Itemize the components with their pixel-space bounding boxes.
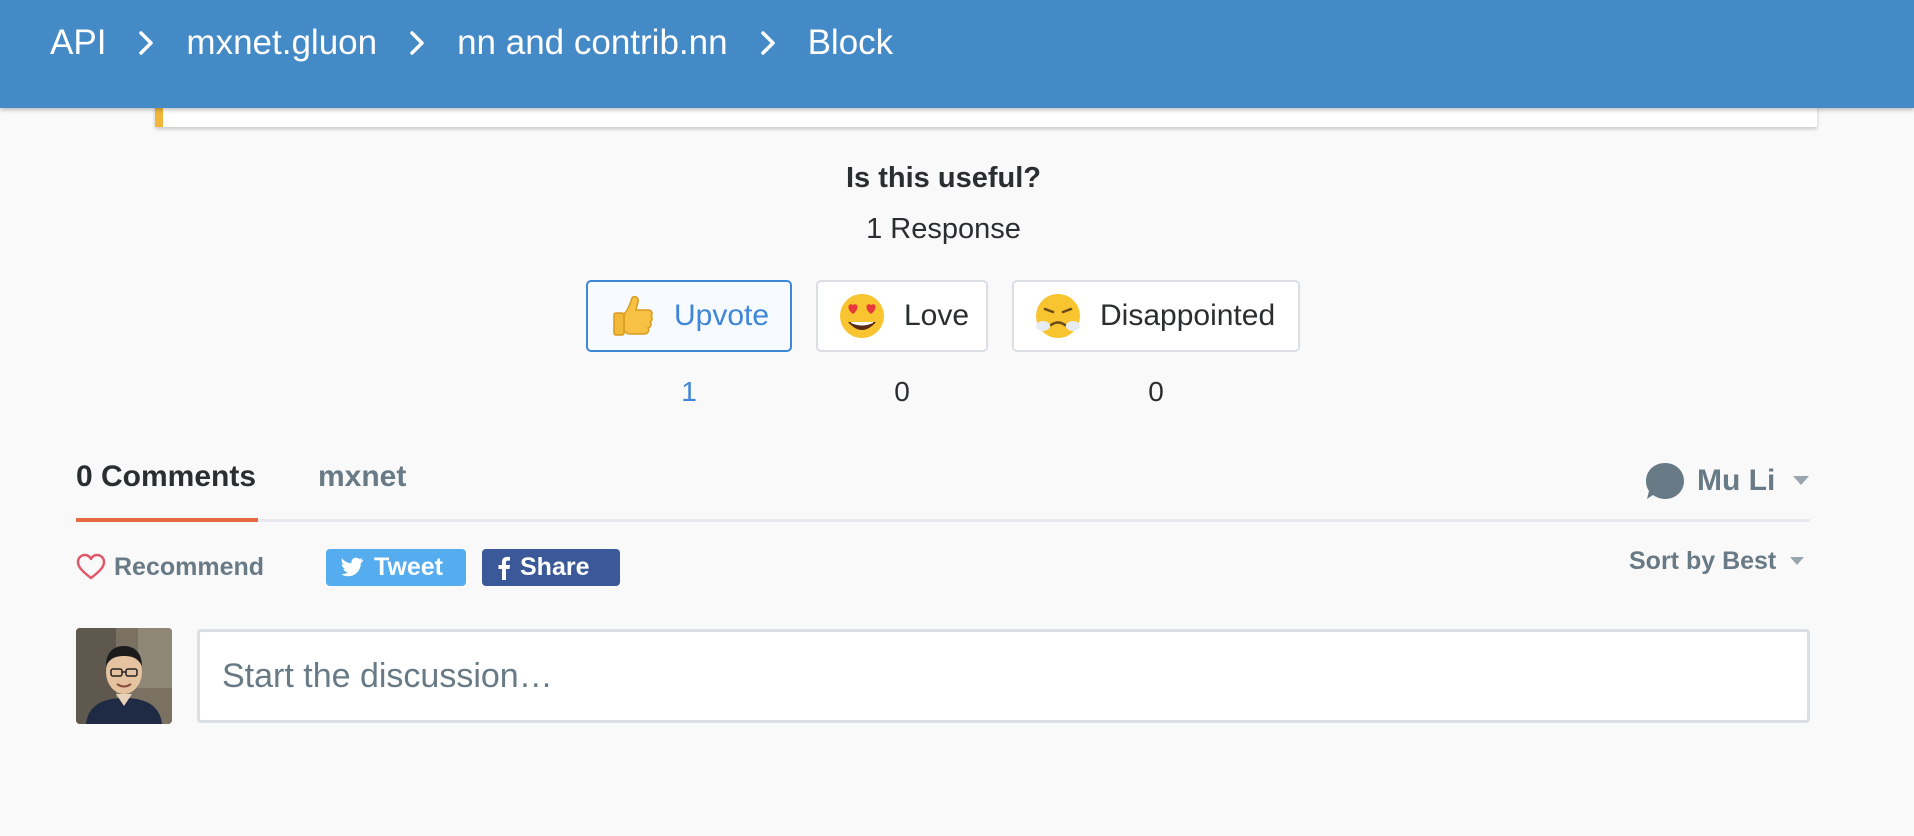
sort-dropdown[interactable]: Sort by Best <box>1629 546 1805 576</box>
tweet-label: Tweet <box>374 553 443 581</box>
upvote-count: 1 <box>681 376 697 407</box>
tab-comments[interactable]: 0 Comments <box>76 460 256 494</box>
recommend-button[interactable]: Recommend <box>76 550 264 584</box>
disappointed-face-icon <box>1036 294 1080 338</box>
disappointed-count: 0 <box>1148 376 1164 407</box>
tabs-divider <box>76 519 1810 522</box>
chevron-right-icon <box>377 30 457 56</box>
share-label: Share <box>520 553 590 581</box>
caret-down-icon <box>1790 556 1805 565</box>
chevron-right-icon <box>106 30 186 56</box>
upvote-reaction-button[interactable]: Upvote <box>586 280 792 352</box>
sort-label: Sort by Best <box>1629 546 1777 575</box>
tab-community-mxnet[interactable]: mxnet <box>318 460 406 494</box>
top-nav-bar: API mxnet.gluon nn and contrib.nn Block <box>0 0 1914 108</box>
chevron-right-icon <box>728 30 808 56</box>
breadcrumb-mxnet-gluon-link[interactable]: mxnet.gluon <box>186 23 377 63</box>
user-avatar-image <box>76 628 172 724</box>
facebook-icon <box>498 556 510 580</box>
love-count: 0 <box>894 376 910 407</box>
user-name: Mu Li <box>1697 464 1776 497</box>
breadcrumb-block-link[interactable]: Block <box>808 23 894 63</box>
thumbs-up-icon <box>613 295 653 336</box>
heart-outline-icon <box>76 553 106 580</box>
upvote-label: Upvote <box>674 299 770 332</box>
active-tab-underline <box>76 518 258 522</box>
love-reaction-button[interactable]: Love <box>816 280 988 352</box>
disappointed-reaction-button[interactable]: Disappointed <box>1012 280 1300 352</box>
twitter-bird-icon <box>340 557 364 576</box>
comment-composer-input[interactable]: Start the discussion… <box>197 629 1810 723</box>
breadcrumb-nn-link[interactable]: nn and contrib.nn <box>457 23 727 63</box>
user-menu[interactable]: Mu Li <box>1645 459 1810 503</box>
avatar[interactable] <box>76 628 172 724</box>
caret-down-icon <box>1793 476 1810 485</box>
disappointed-label: Disappointed <box>1100 299 1276 332</box>
recommend-label: Recommend <box>114 552 265 581</box>
heart-eyes-icon <box>840 294 884 338</box>
love-label: Love <box>904 299 970 332</box>
reactions-title: Is this useful? <box>846 162 1041 194</box>
reactions-response-count: 1 Response <box>866 213 1021 245</box>
facebook-share-button[interactable]: Share <box>482 549 620 586</box>
tweet-button[interactable]: Tweet <box>326 549 466 586</box>
breadcrumb-api-link[interactable]: API <box>50 23 106 63</box>
composer-placeholder: Start the discussion… <box>222 656 553 695</box>
breadcrumb: API mxnet.gluon nn and contrib.nn Block <box>50 20 893 66</box>
speech-bubble-icon <box>1646 463 1684 499</box>
